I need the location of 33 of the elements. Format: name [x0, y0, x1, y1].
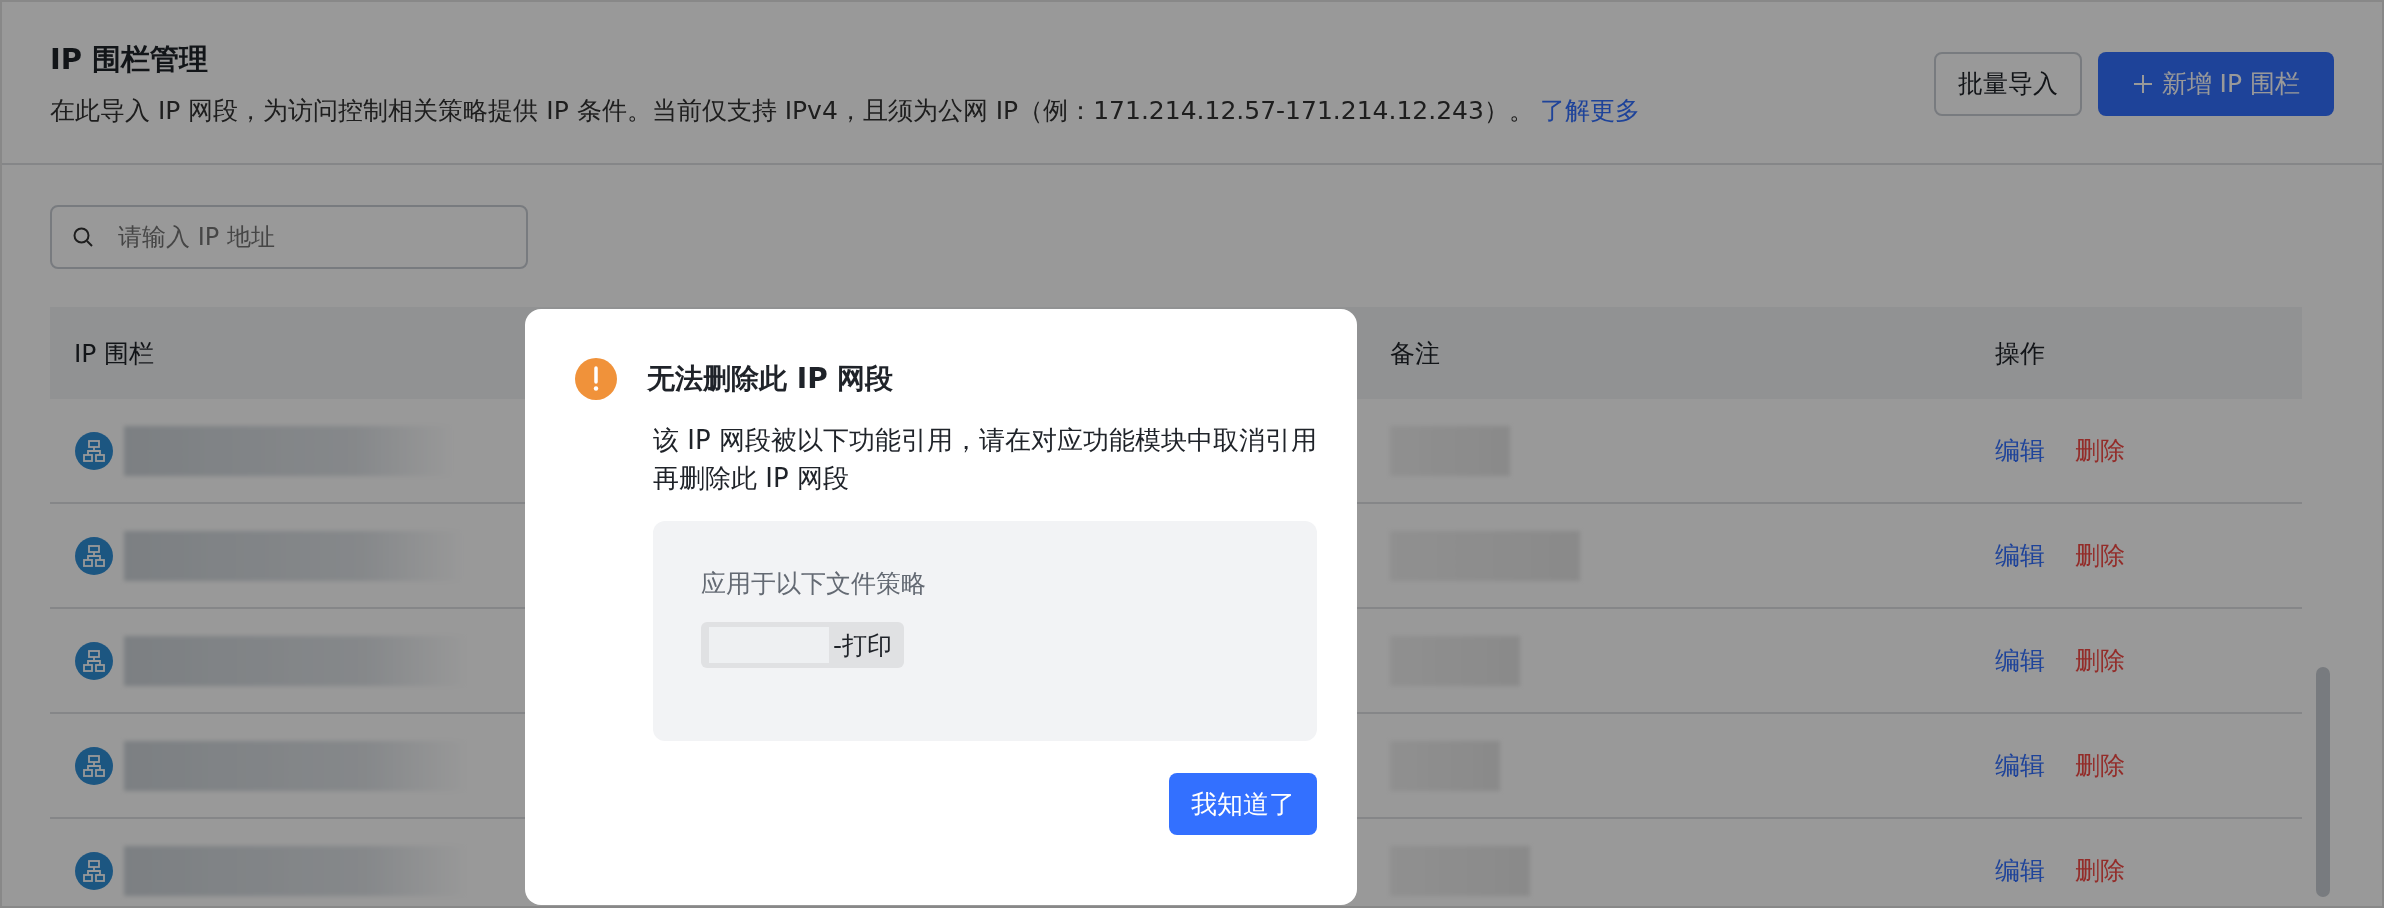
policy-tag: -打印: [701, 622, 905, 668]
learn-more-link[interactable]: 了解更多: [1539, 94, 1640, 127]
delete-link[interactable]: 删除: [2075, 749, 2125, 782]
delete-link[interactable]: 删除: [2075, 434, 2125, 467]
panel-title: 应用于以下文件策略: [701, 568, 927, 600]
scrollbar-thumb[interactable]: [2316, 667, 2330, 897]
edit-link[interactable]: 编辑: [1995, 749, 2045, 782]
edit-link[interactable]: 编辑: [1995, 539, 2045, 572]
ok-button[interactable]: 我知道了: [1169, 773, 1317, 835]
edit-link[interactable]: 编辑: [1995, 434, 2045, 467]
dialog-message: 该 IP 网段被以下功能引用，请在对应功能模块中取消引用再删除此 IP 网段: [653, 424, 1318, 495]
delete-link[interactable]: 删除: [2075, 644, 2125, 677]
delete-link[interactable]: 删除: [2075, 854, 2125, 887]
network-icon: [74, 850, 114, 891]
add-button[interactable]: 新增 IP 围栏: [2097, 51, 2334, 116]
network-icon: [74, 745, 114, 786]
column-header: 备注: [1390, 338, 1440, 368]
edit-link[interactable]: 编辑: [1995, 644, 2045, 677]
page-title: IP 围栏管理: [50, 41, 210, 78]
network-icon: [74, 430, 114, 471]
page-description: 在此导入 IP 网段，为访问控制相关策略提供 IP 条件。当前仅支持 IPv4，且须为公网 IP（例：171.214.12.57-171.214.12.243）。: [50, 95, 1534, 127]
column-header: 操作: [1995, 338, 2045, 368]
delete-link[interactable]: 删除: [2075, 539, 2125, 572]
import-button[interactable]: 批量导入: [1933, 51, 2082, 116]
search-field[interactable]: 请输入 IP 地址: [50, 205, 528, 269]
dialog-title: 无法删除此 IP 网段: [647, 361, 894, 397]
network-icon: [74, 535, 114, 576]
warning-icon: [575, 358, 617, 400]
edit-link[interactable]: 编辑: [1995, 854, 2045, 887]
plus-icon: [2131, 72, 2154, 95]
search-icon: [72, 226, 94, 248]
network-icon: [74, 640, 114, 681]
column-header: IP 围栏: [74, 338, 155, 368]
